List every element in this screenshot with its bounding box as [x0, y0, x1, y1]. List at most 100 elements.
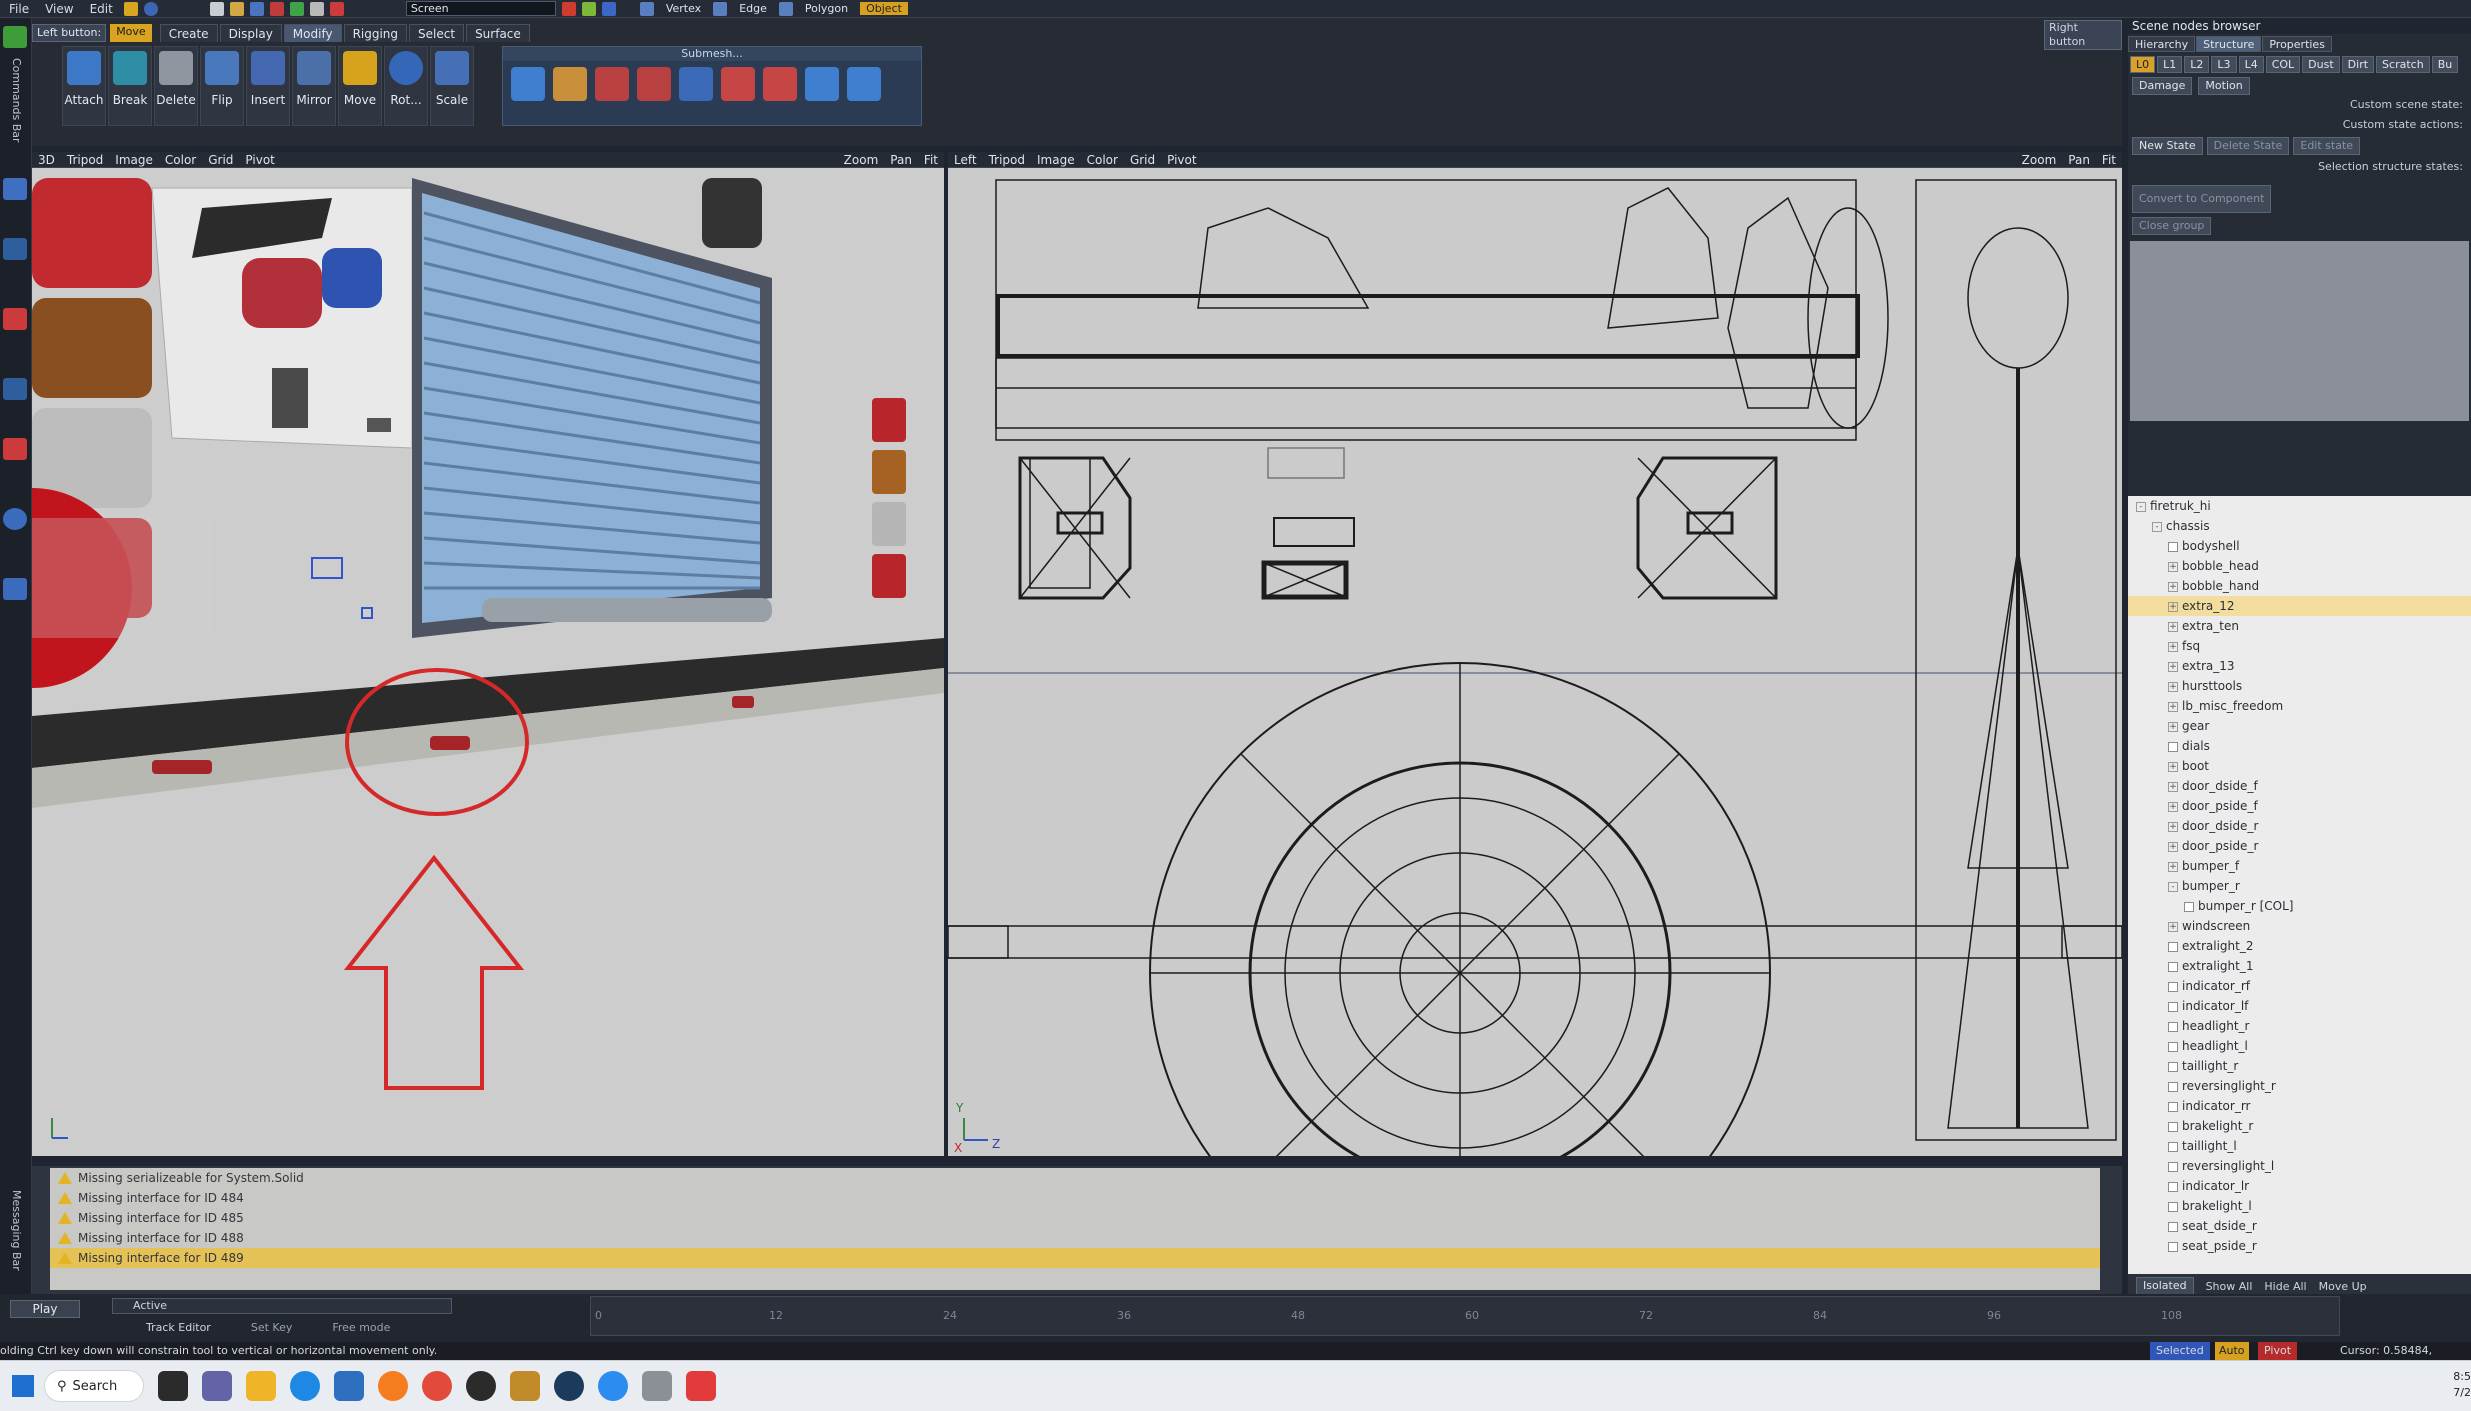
submesh-brush-icon[interactable] — [553, 67, 587, 101]
tree-node[interactable]: taillight_r — [2128, 1056, 2471, 1076]
extrude-tool-icon[interactable] — [3, 438, 27, 460]
node-checkbox-icon[interactable] — [2184, 901, 2194, 912]
cut-icon[interactable] — [309, 1, 324, 16]
edge-mode-icon[interactable] — [713, 1, 728, 16]
motion-dropdown[interactable]: Motion — [2198, 77, 2250, 95]
message-item[interactable]: Missing interface for ID 489 — [50, 1248, 2100, 1268]
sphere-tool-icon[interactable] — [3, 508, 27, 530]
usb-icon[interactable] — [642, 1371, 672, 1401]
lod-scratch[interactable]: Scratch — [2376, 56, 2430, 73]
tree-node[interactable]: + bobble_head — [2128, 556, 2471, 576]
viewport-left-grid[interactable]: Grid — [1124, 153, 1161, 167]
teams-icon[interactable] — [202, 1371, 232, 1401]
polygon-mode-icon[interactable] — [778, 1, 793, 16]
expand-toggle-icon[interactable]: + — [2168, 621, 2178, 632]
move-button[interactable]: Move — [338, 46, 382, 126]
node-checkbox-icon[interactable] — [2168, 1021, 2178, 1032]
expand-toggle-icon[interactable]: + — [2168, 581, 2178, 592]
mirror-button[interactable]: Mirror — [292, 46, 336, 126]
lod-col[interactable]: COL — [2265, 56, 2301, 73]
viewport-3d-color[interactable]: Color — [159, 153, 202, 167]
viewport-left-color[interactable]: Color — [1081, 153, 1124, 167]
viewport-left[interactable]: Left Tripod Image Color Grid Pivot Zoom … — [948, 152, 2122, 1156]
node-checkbox-icon[interactable] — [2168, 961, 2178, 972]
submesh-box-icon[interactable] — [511, 67, 545, 101]
flip-button[interactable]: Flip — [200, 46, 244, 126]
isolated-button[interactable]: Isolated — [2136, 1277, 2194, 1295]
node-checkbox-icon[interactable] — [2168, 981, 2178, 992]
tree-node[interactable]: indicator_lr — [2128, 1176, 2471, 1196]
lod-dirt[interactable]: Dirt — [2341, 56, 2375, 73]
message-item[interactable]: Missing serializeable for System.Solid — [50, 1168, 2100, 1188]
expand-toggle-icon[interactable]: + — [2168, 601, 2178, 612]
polygon-mode[interactable]: Polygon — [799, 2, 854, 15]
viewport-left-pivot[interactable]: Pivot — [1161, 153, 1202, 167]
viewport-3d-mode[interactable]: 3D — [32, 153, 61, 167]
lod-dust[interactable]: Dust — [2302, 56, 2340, 73]
steam-icon[interactable] — [554, 1371, 584, 1401]
store-icon[interactable] — [334, 1371, 364, 1401]
redo-icon[interactable] — [289, 1, 304, 16]
tree-node[interactable]: + lb_misc_freedom — [2128, 696, 2471, 716]
convert-component-button[interactable]: Convert to Component — [2132, 185, 2272, 213]
coordinate-space-select[interactable]: Screen — [405, 1, 556, 16]
node-checkbox-icon[interactable] — [2168, 541, 2178, 552]
play-button[interactable]: Play — [10, 1300, 80, 1318]
tree-node[interactable]: bumper_r [COL] — [2128, 896, 2471, 916]
expand-toggle-icon[interactable]: + — [2168, 681, 2178, 692]
insert-button[interactable]: Insert — [246, 46, 290, 126]
zoom-icon[interactable] — [598, 1371, 628, 1401]
hide-all-button[interactable]: Hide All — [2264, 1280, 2306, 1293]
damage-dropdown[interactable]: Damage — [2132, 77, 2193, 95]
expand-toggle-icon[interactable]: + — [2168, 761, 2178, 772]
message-item[interactable]: Missing interface for ID 485 — [50, 1208, 2100, 1228]
tree-node[interactable]: seat_pside_r — [2128, 1236, 2471, 1256]
node-checkbox-icon[interactable] — [2168, 1141, 2178, 1152]
vert-tool-icon[interactable] — [3, 578, 27, 600]
object-mode[interactable]: Object — [860, 2, 908, 15]
edge-mode[interactable]: Edge — [733, 2, 773, 15]
chrome-icon[interactable] — [422, 1371, 452, 1401]
break-button[interactable]: Break — [108, 46, 152, 126]
pivot-badge[interactable]: Pivot — [2258, 1342, 2298, 1360]
viewport-left-image[interactable]: Image — [1031, 153, 1081, 167]
selected-badge[interactable]: Selected — [2150, 1342, 2210, 1360]
node-checkbox-icon[interactable] — [2168, 1081, 2178, 1092]
tree-node[interactable]: + bumper_f — [2128, 856, 2471, 876]
node-checkbox-icon[interactable] — [2168, 1181, 2178, 1192]
tab-display[interactable]: Display — [219, 24, 282, 42]
knife-tool-icon[interactable] — [3, 308, 27, 330]
expand-toggle-icon[interactable]: - — [2136, 501, 2146, 512]
tree-node[interactable]: + fsq — [2128, 636, 2471, 656]
node-checkbox-icon[interactable] — [2168, 1241, 2178, 1252]
move-tool-icon[interactable] — [3, 26, 27, 48]
submesh-split-icon[interactable] — [595, 67, 629, 101]
viewport-3d-zoom[interactable]: Zoom — [838, 153, 885, 167]
submesh-copy-icon[interactable] — [805, 67, 839, 101]
help-icon[interactable] — [143, 1, 158, 16]
submesh-grid-icon[interactable] — [847, 67, 881, 101]
tree-node[interactable]: brakelight_l — [2128, 1196, 2471, 1216]
free-mode-button[interactable]: Free mode — [332, 1320, 390, 1336]
lod-l4[interactable]: L4 — [2238, 56, 2264, 73]
tab-modify[interactable]: Modify — [283, 24, 342, 42]
tree-node[interactable]: + door_pside_r — [2128, 836, 2471, 856]
viewport-left-zoom[interactable]: Zoom — [2016, 153, 2063, 167]
tree-node[interactable]: + extra_13 — [2128, 656, 2471, 676]
node-checkbox-icon[interactable] — [2168, 941, 2178, 952]
insert-tool-icon[interactable] — [3, 378, 27, 400]
node-checkbox-icon[interactable] — [2168, 1001, 2178, 1012]
timeline[interactable]: 0 12 24 36 48 60 72 84 96 108 — [590, 1296, 2340, 1336]
tree-node[interactable]: seat_dside_r — [2128, 1216, 2471, 1236]
track-editor-button[interactable]: Track Editor — [146, 1320, 211, 1336]
open-file-icon[interactable] — [229, 1, 244, 16]
node-checkbox-icon[interactable] — [2168, 1101, 2178, 1112]
new-file-icon[interactable] — [209, 1, 224, 16]
node-checkbox-icon[interactable] — [2168, 741, 2178, 752]
node-checkbox-icon[interactable] — [2168, 1121, 2178, 1132]
active-animation-select[interactable]: Active — [112, 1298, 452, 1314]
vertex-mode-icon[interactable] — [639, 1, 654, 16]
message-item[interactable]: Missing interface for ID 484 — [50, 1188, 2100, 1208]
taskbar-search[interactable]: ⚲ Search — [44, 1370, 144, 1402]
expand-toggle-icon[interactable]: + — [2168, 821, 2178, 832]
